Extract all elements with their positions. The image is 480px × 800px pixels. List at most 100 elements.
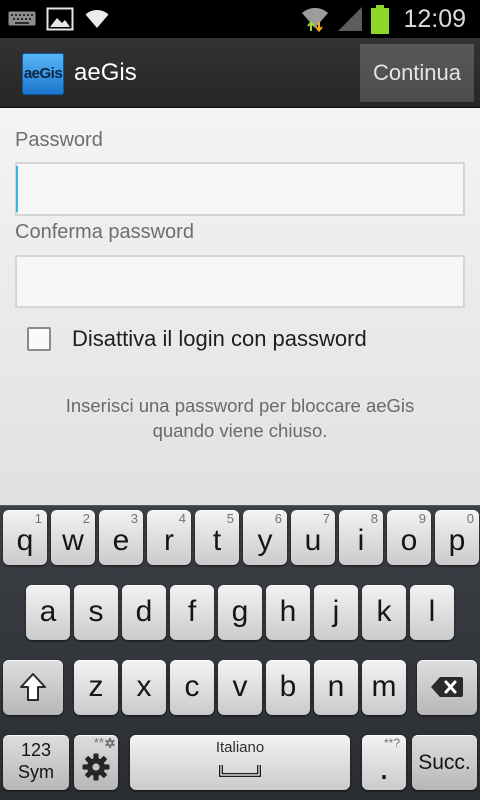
key-label: t (212, 524, 222, 557)
key-label: f (187, 595, 197, 628)
gear-icon (82, 753, 110, 781)
key-label: l (428, 595, 436, 628)
key-number-hint: 7 (322, 511, 330, 526)
enter-key[interactable]: Succ. (412, 735, 477, 790)
app-logo-icon[interactable]: aeGis (22, 53, 64, 95)
key-a[interactable]: a (26, 585, 70, 640)
key-l[interactable]: l (410, 585, 454, 640)
space-bar-icon (219, 765, 261, 777)
key-k[interactable]: k (362, 585, 406, 640)
gallery-icon (46, 7, 74, 31)
info-text: Inserisci una password per bloccare aeGi… (0, 393, 480, 443)
key-y[interactable]: y6 (243, 510, 287, 565)
soft-keyboard: 123 Sym ** Italiano **? . Succ. q 1 w 2 … (0, 505, 480, 800)
key-number-hint: 5 (226, 511, 234, 526)
key-label: u (304, 524, 322, 557)
disable-login-checkbox[interactable] (27, 327, 51, 351)
status-time: 12:09 (403, 5, 466, 33)
key-t[interactable]: t5 (195, 510, 239, 565)
key-number-hint: 2 (82, 511, 90, 526)
key-label: p (448, 524, 466, 557)
key-number-hint: 0 (466, 511, 474, 526)
cell-signal-icon (338, 7, 362, 31)
key-number-hint: 1 (34, 511, 42, 526)
backspace-icon (431, 677, 463, 697)
key-label: o (400, 524, 418, 557)
key-label: e (112, 524, 130, 557)
key-number-hint: 9 (418, 511, 426, 526)
key-x[interactable]: x (122, 660, 166, 715)
key-label: n (327, 670, 345, 703)
disable-login-label[interactable]: Disattiva il login con password (72, 325, 367, 353)
key-number-hint: 4 (178, 511, 186, 526)
key-label: i (357, 524, 365, 557)
keyboard-icon (8, 11, 36, 26)
key-e[interactable]: e3 (99, 510, 143, 565)
key-label: q (16, 524, 34, 557)
confirm-password-label: Conferma password (15, 221, 194, 243)
period-key[interactable]: **? . (362, 735, 406, 790)
symbols-key-label-top: 123 (20, 740, 52, 760)
key-number-hint: 6 (274, 511, 282, 526)
key-label: v (232, 670, 248, 703)
key-p[interactable]: p0 (435, 510, 479, 565)
key-number-hint: 8 (370, 511, 378, 526)
symbols-key[interactable]: 123 Sym (3, 735, 69, 790)
battery-icon (371, 5, 389, 34)
key-n[interactable]: n (314, 660, 358, 715)
key-g[interactable]: g (218, 585, 262, 640)
key-i[interactable]: i8 (339, 510, 383, 565)
key-b[interactable]: b (266, 660, 310, 715)
disable-login-checkbox-row[interactable]: Disattiva il login con password (20, 320, 460, 362)
password-input[interactable] (15, 162, 465, 216)
key-o[interactable]: o9 (387, 510, 431, 565)
key-label: x (136, 670, 152, 703)
action-bar: aeGis aeGis Continua (0, 38, 480, 108)
text-cursor (16, 166, 18, 212)
key-label: j (332, 595, 340, 628)
backspace-key[interactable] (417, 660, 477, 715)
key-label: b (279, 670, 297, 703)
key-m[interactable]: m (362, 660, 406, 715)
enter-key-label: Succ. (418, 751, 471, 774)
key-q[interactable]: q1 (3, 510, 47, 565)
status-bar: 12:09 (0, 0, 480, 38)
settings-key-hint: ** (93, 735, 104, 750)
key-c[interactable]: c (170, 660, 214, 715)
shift-key[interactable] (3, 660, 63, 715)
key-j[interactable]: j (314, 585, 358, 640)
key-d[interactable]: d (122, 585, 166, 640)
key-label: g (231, 595, 249, 628)
symbols-key-label-bottom: Sym (18, 762, 54, 782)
shift-arrow-icon (20, 673, 46, 701)
key-w[interactable]: w2 (51, 510, 95, 565)
key-label: a (39, 595, 57, 628)
space-key[interactable]: Italiano (130, 735, 350, 790)
key-u[interactable]: u7 (291, 510, 335, 565)
key-r[interactable]: r4 (147, 510, 191, 565)
key-label: d (135, 595, 153, 628)
info-line: Inserisci una password per bloccare aeGi… (65, 395, 415, 416)
key-label: z (88, 670, 104, 703)
key-f[interactable]: f (170, 585, 214, 640)
key-label: r (164, 524, 174, 557)
period-key-label: . (378, 746, 389, 787)
small-gear-icon (105, 738, 115, 748)
key-h[interactable]: h (266, 585, 310, 640)
key-z[interactable]: z (74, 660, 118, 715)
key-label: y (257, 524, 273, 557)
info-line: quando viene chiuso. (152, 420, 328, 441)
password-label: Password (15, 129, 103, 151)
continue-button[interactable]: Continua (360, 44, 474, 102)
wifi-icon (85, 10, 109, 28)
keyboard-settings-key[interactable]: ** (74, 735, 118, 790)
key-label: k (376, 595, 392, 628)
confirm-password-input[interactable] (15, 255, 465, 308)
key-v[interactable]: v (218, 660, 262, 715)
key-label: w (62, 524, 84, 557)
key-label: h (279, 595, 297, 628)
key-s[interactable]: s (74, 585, 118, 640)
key-label: c (184, 670, 200, 703)
wifi-data-activity-icon (302, 7, 328, 32)
keyboard-language-label: Italiano (215, 739, 265, 756)
